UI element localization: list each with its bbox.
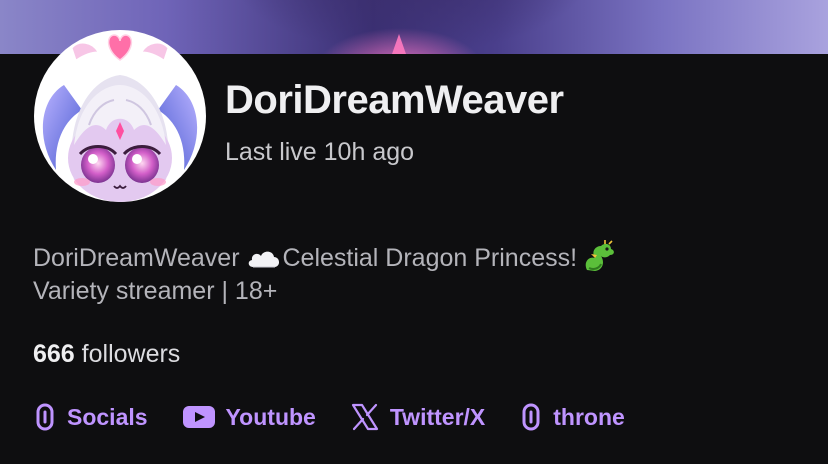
banner-decoration [392, 34, 406, 54]
link-icon [36, 403, 54, 431]
twitter-x-link-label: Twitter/X [389, 403, 486, 430]
youtube-icon [182, 406, 215, 428]
bio-line-2: Variety streamer | 18+ [33, 277, 278, 305]
socials-link[interactable]: Socials [33, 402, 148, 432]
youtube-link[interactable]: Youtube [182, 404, 316, 431]
follower-number: 666 [33, 340, 75, 368]
throne-link[interactable]: throne [519, 402, 625, 432]
avatar[interactable] [34, 30, 206, 202]
last-live-status: Last live 10h ago [225, 138, 415, 166]
channel-about-panel: DoriDreamWeaver Last live 10h ago DoriDr… [0, 0, 828, 464]
cloud-emoji-icon [249, 251, 280, 268]
link-icon [522, 403, 540, 431]
channel-bio: DoriDreamWeaver Celestial Dragon Princes… [33, 240, 793, 308]
channel-name: DoriDreamWeaver [225, 78, 564, 122]
bio-text: DoriDreamWeaver [33, 244, 247, 272]
throne-link-label: throne [553, 403, 625, 430]
bio-line-1: DoriDreamWeaver Celestial Dragon Princes… [33, 240, 793, 275]
follower-count: 666 followers [33, 340, 180, 369]
socials-link-label: Socials [67, 403, 148, 430]
youtube-link-label: Youtube [225, 403, 316, 430]
twitter-x-link[interactable]: Twitter/X [350, 402, 485, 432]
dragon-emoji-icon [585, 240, 614, 271]
x-icon [351, 403, 378, 431]
bio-text: Celestial Dragon Princess! [282, 244, 578, 272]
follower-label: followers [74, 340, 181, 368]
social-links: Socials Youtube Twitter/X throne [33, 402, 625, 432]
